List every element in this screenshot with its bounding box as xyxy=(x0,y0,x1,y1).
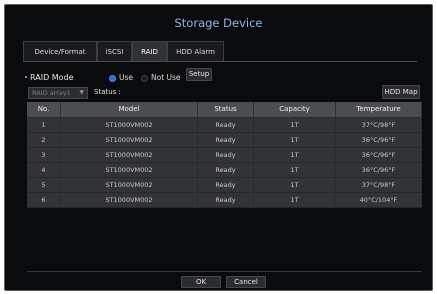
hdd-table: No. Model Status Capacity Temperature 1 … xyxy=(27,102,422,208)
tab-device-format[interactable]: Device/Format xyxy=(23,41,97,61)
cell-no: 4 xyxy=(27,163,61,177)
raid-mode-label: RAID Mode xyxy=(30,73,74,82)
chevron-down-icon: ▼ xyxy=(79,89,84,96)
cell-status: Ready xyxy=(198,148,254,162)
use-radio[interactable] xyxy=(109,75,116,82)
cell-status: Ready xyxy=(198,178,254,192)
cell-capacity: 1T xyxy=(254,178,336,192)
header-status: Status xyxy=(198,102,254,117)
cell-status: Ready xyxy=(198,193,254,207)
cell-model: ST1000VM002 xyxy=(61,118,198,132)
status-label: Status : xyxy=(94,88,121,96)
table-row[interactable]: 4 ST1000VM002 Ready 1T 36°C/96°F xyxy=(27,163,422,178)
header-capacity: Capacity xyxy=(254,102,336,117)
tab-raid[interactable]: RAID xyxy=(132,41,167,61)
setup-button[interactable]: Setup xyxy=(186,68,212,81)
raid-array-select-value: RAID array1 xyxy=(32,89,71,97)
cell-no: 1 xyxy=(27,118,61,132)
header-no: No. xyxy=(27,102,61,117)
tab-bar: Device/Format iSCSI RAID HDD Alarm xyxy=(23,41,417,62)
cell-temperature: 36°C/96°F xyxy=(336,148,422,162)
header-temperature: Temperature xyxy=(336,102,422,117)
cell-temperature: 37°C/98°F xyxy=(336,178,422,192)
cell-model: ST1000VM002 xyxy=(61,133,198,147)
raid-array-select[interactable]: RAID array1 ▼ xyxy=(28,87,88,99)
cell-model: ST1000VM002 xyxy=(61,163,198,177)
cell-model: ST1000VM002 xyxy=(61,148,198,162)
not-use-label: Not Use xyxy=(151,73,181,82)
footer-divider xyxy=(27,271,422,272)
table-header: No. Model Status Capacity Temperature xyxy=(27,102,422,118)
table-row[interactable]: 6 ST1000VM002 Ready 1T 40°C/104°F xyxy=(27,193,422,208)
cancel-button[interactable]: Cancel xyxy=(226,276,266,288)
cell-capacity: 1T xyxy=(254,133,336,147)
table-row[interactable]: 3 ST1000VM002 Ready 1T 36°C/96°F xyxy=(27,148,422,163)
cell-temperature: 36°C/96°F xyxy=(336,133,422,147)
cell-temperature: 40°C/104°F xyxy=(336,193,422,207)
ok-button[interactable]: OK xyxy=(181,276,221,288)
tab-hdd-alarm[interactable]: HDD Alarm xyxy=(167,41,224,61)
cell-no: 6 xyxy=(27,193,61,207)
cell-no: 5 xyxy=(27,178,61,192)
table-row[interactable]: 2 ST1000VM002 Ready 1T 36°C/96°F xyxy=(27,133,422,148)
cell-status: Ready xyxy=(198,133,254,147)
cell-capacity: 1T xyxy=(254,193,336,207)
not-use-radio[interactable] xyxy=(141,75,148,82)
cell-status: Ready xyxy=(198,163,254,177)
hdd-map-button[interactable]: HDD Map xyxy=(382,85,420,99)
tab-iscsi[interactable]: iSCSI xyxy=(97,41,132,61)
window-title: Storage Device xyxy=(174,16,263,30)
table-row[interactable]: 5 ST1000VM002 Ready 1T 37°C/98°F xyxy=(27,178,422,193)
cell-temperature: 37°C/98°F xyxy=(336,118,422,132)
table-row[interactable]: 1 ST1000VM002 Ready 1T 37°C/98°F xyxy=(27,118,422,133)
cell-model: ST1000VM002 xyxy=(61,178,198,192)
storage-device-window: Storage Device Device/Format iSCSI RAID … xyxy=(4,4,433,291)
use-label: Use xyxy=(119,73,134,82)
cell-no: 2 xyxy=(27,133,61,147)
cell-no: 3 xyxy=(27,148,61,162)
cell-capacity: 1T xyxy=(254,148,336,162)
section-bullet xyxy=(25,76,27,78)
cell-capacity: 1T xyxy=(254,163,336,177)
cell-temperature: 36°C/96°F xyxy=(336,163,422,177)
header-model: Model xyxy=(61,102,198,117)
cell-capacity: 1T xyxy=(254,118,336,132)
cell-status: Ready xyxy=(198,118,254,132)
cell-model: ST1000VM002 xyxy=(61,193,198,207)
